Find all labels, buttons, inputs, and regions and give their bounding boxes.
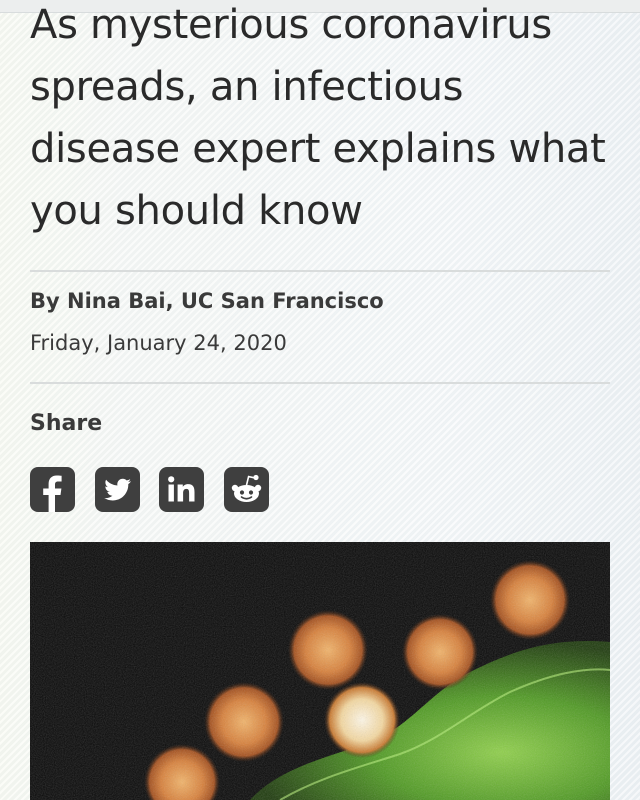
linkedin-share-button[interactable] bbox=[159, 467, 204, 512]
reddit-share-button[interactable] bbox=[224, 467, 269, 512]
twitter-share-button[interactable] bbox=[95, 467, 140, 512]
linkedin-icon bbox=[168, 476, 195, 502]
divider-bottom bbox=[30, 382, 610, 384]
facebook-icon bbox=[43, 475, 62, 512]
article-date: Friday, January 24, 2020 bbox=[30, 331, 287, 355]
share-buttons bbox=[30, 467, 290, 513]
reddit-icon bbox=[231, 474, 262, 502]
coronavirus-micrograph-image bbox=[30, 542, 610, 800]
share-label: Share bbox=[30, 411, 103, 436]
article-hero-image bbox=[30, 542, 610, 800]
twitter-icon bbox=[104, 478, 131, 501]
facebook-share-button[interactable] bbox=[30, 467, 75, 512]
article-byline: By Nina Bai, UC San Francisco bbox=[30, 289, 384, 313]
divider-top bbox=[30, 270, 610, 272]
article: As mysterious coronavirus spreads, an in… bbox=[30, 0, 610, 800]
article-headline: As mysterious coronavirus spreads, an in… bbox=[30, 2, 606, 234]
